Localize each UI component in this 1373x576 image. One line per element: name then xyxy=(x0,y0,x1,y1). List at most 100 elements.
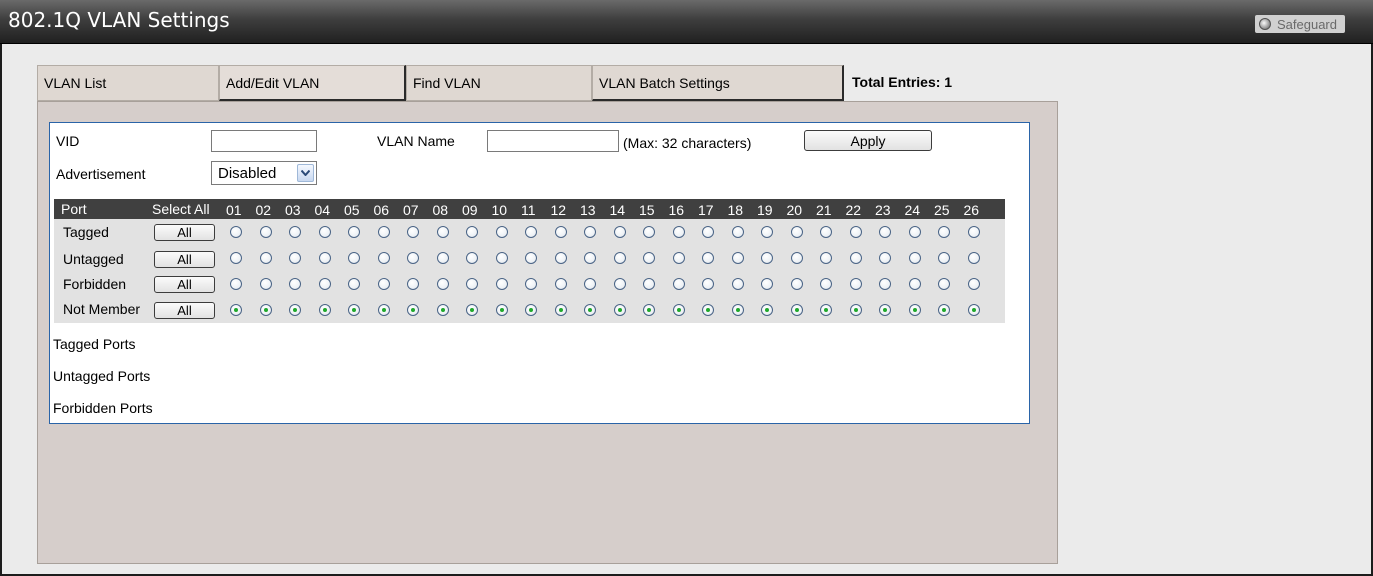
vid-input[interactable] xyxy=(211,130,317,152)
untagged-port-radio[interactable] xyxy=(938,252,950,264)
forbidden-all-button[interactable]: All xyxy=(154,276,215,293)
tagged-port-radio[interactable] xyxy=(230,226,242,238)
not-member-port-radio[interactable] xyxy=(761,304,773,316)
untagged-port-radio[interactable] xyxy=(230,252,242,264)
tagged-port-radio[interactable] xyxy=(495,226,508,238)
not-member-port-radio[interactable] xyxy=(230,304,242,316)
tagged-port-radio[interactable] xyxy=(967,226,980,238)
tagged-port-radio[interactable] xyxy=(643,226,655,238)
not-member-port-radio[interactable] xyxy=(289,304,301,316)
not-member-port-radio[interactable] xyxy=(495,304,508,316)
forbidden-port-radio[interactable] xyxy=(377,278,390,290)
tagged-port-radio[interactable] xyxy=(584,226,596,238)
tagged-port-radio[interactable] xyxy=(938,226,950,238)
tagged-port-radio[interactable] xyxy=(731,226,744,238)
forbidden-port-radio[interactable] xyxy=(731,278,744,290)
forbidden-port-radio[interactable] xyxy=(436,278,449,290)
not-member-port-radio[interactable] xyxy=(348,304,360,316)
tab-vlan-batch-settings[interactable]: VLAN Batch Settings xyxy=(592,65,844,101)
forbidden-port-radio[interactable] xyxy=(495,278,508,290)
not-member-port-radio[interactable] xyxy=(377,304,390,316)
not-member-port-radio[interactable] xyxy=(525,304,537,316)
not-member-port-radio[interactable] xyxy=(908,304,921,316)
forbidden-port-radio[interactable] xyxy=(761,278,773,290)
untagged-port-radio[interactable] xyxy=(436,252,449,264)
untagged-port-radio[interactable] xyxy=(761,252,773,264)
untagged-port-radio[interactable] xyxy=(377,252,390,264)
tab-find-vlan[interactable]: Find VLAN xyxy=(406,65,592,101)
forbidden-port-radio[interactable] xyxy=(790,278,803,290)
tab-add-edit-vlan[interactable]: Add/Edit VLAN xyxy=(219,65,406,101)
forbidden-port-radio[interactable] xyxy=(407,278,419,290)
forbidden-port-radio[interactable] xyxy=(908,278,921,290)
tagged-port-radio[interactable] xyxy=(436,226,449,238)
forbidden-port-radio[interactable] xyxy=(702,278,714,290)
not-member-port-radio[interactable] xyxy=(967,304,980,316)
tagged-port-radio[interactable] xyxy=(879,226,891,238)
tagged-port-radio[interactable] xyxy=(761,226,773,238)
tagged-port-radio[interactable] xyxy=(849,226,862,238)
not-member-port-radio[interactable] xyxy=(702,304,714,316)
untagged-port-radio[interactable] xyxy=(466,252,478,264)
untagged-port-radio[interactable] xyxy=(672,252,685,264)
tagged-port-radio[interactable] xyxy=(289,226,301,238)
untagged-port-radio[interactable] xyxy=(348,252,360,264)
tagged-port-radio[interactable] xyxy=(702,226,714,238)
not-member-port-radio[interactable] xyxy=(938,304,950,316)
untagged-port-radio[interactable] xyxy=(525,252,537,264)
untagged-port-radio[interactable] xyxy=(790,252,803,264)
forbidden-port-radio[interactable] xyxy=(820,278,832,290)
tagged-port-radio[interactable] xyxy=(318,226,331,238)
untagged-port-radio[interactable] xyxy=(495,252,508,264)
tagged-port-radio[interactable] xyxy=(466,226,478,238)
forbidden-port-radio[interactable] xyxy=(672,278,685,290)
not-member-port-radio[interactable] xyxy=(466,304,478,316)
forbidden-port-radio[interactable] xyxy=(849,278,862,290)
tagged-port-radio[interactable] xyxy=(672,226,685,238)
tagged-port-radio[interactable] xyxy=(259,226,272,238)
untagged-port-radio[interactable] xyxy=(879,252,891,264)
forbidden-port-radio[interactable] xyxy=(554,278,567,290)
forbidden-port-radio[interactable] xyxy=(879,278,891,290)
untagged-port-radio[interactable] xyxy=(259,252,272,264)
not-member-port-radio[interactable] xyxy=(318,304,331,316)
untagged-port-radio[interactable] xyxy=(967,252,980,264)
untagged-port-radio[interactable] xyxy=(643,252,655,264)
not-member-port-radio[interactable] xyxy=(790,304,803,316)
not-member-port-radio[interactable] xyxy=(820,304,832,316)
advertisement-select[interactable]: Disabled xyxy=(211,161,317,185)
not-member-port-radio[interactable] xyxy=(672,304,685,316)
not-member-port-radio[interactable] xyxy=(849,304,862,316)
forbidden-port-radio[interactable] xyxy=(259,278,272,290)
not-member-port-radio[interactable] xyxy=(643,304,655,316)
tagged-port-radio[interactable] xyxy=(525,226,537,238)
safeguard-indicator[interactable]: Safeguard xyxy=(1255,15,1345,33)
untagged-port-radio[interactable] xyxy=(554,252,567,264)
chevron-down-icon[interactable] xyxy=(297,164,314,182)
forbidden-port-radio[interactable] xyxy=(348,278,360,290)
forbidden-port-radio[interactable] xyxy=(525,278,537,290)
forbidden-port-radio[interactable] xyxy=(584,278,596,290)
untagged-port-radio[interactable] xyxy=(908,252,921,264)
untagged-port-radio[interactable] xyxy=(613,252,626,264)
untagged-all-button[interactable]: All xyxy=(154,251,215,268)
forbidden-port-radio[interactable] xyxy=(230,278,242,290)
untagged-port-radio[interactable] xyxy=(318,252,331,264)
tagged-port-radio[interactable] xyxy=(908,226,921,238)
apply-button[interactable]: Apply xyxy=(804,130,932,151)
untagged-port-radio[interactable] xyxy=(731,252,744,264)
not-member-port-radio[interactable] xyxy=(407,304,419,316)
forbidden-port-radio[interactable] xyxy=(613,278,626,290)
untagged-port-radio[interactable] xyxy=(289,252,301,264)
untagged-port-radio[interactable] xyxy=(849,252,862,264)
tagged-port-radio[interactable] xyxy=(790,226,803,238)
tagged-port-radio[interactable] xyxy=(407,226,419,238)
not-member-port-radio[interactable] xyxy=(436,304,449,316)
forbidden-port-radio[interactable] xyxy=(643,278,655,290)
forbidden-port-radio[interactable] xyxy=(289,278,301,290)
tagged-all-button[interactable]: All xyxy=(154,224,215,241)
not-member-port-radio[interactable] xyxy=(584,304,596,316)
vlan-name-input[interactable] xyxy=(487,130,619,152)
tagged-port-radio[interactable] xyxy=(820,226,832,238)
tab-vlan-list[interactable]: VLAN List xyxy=(37,65,219,101)
